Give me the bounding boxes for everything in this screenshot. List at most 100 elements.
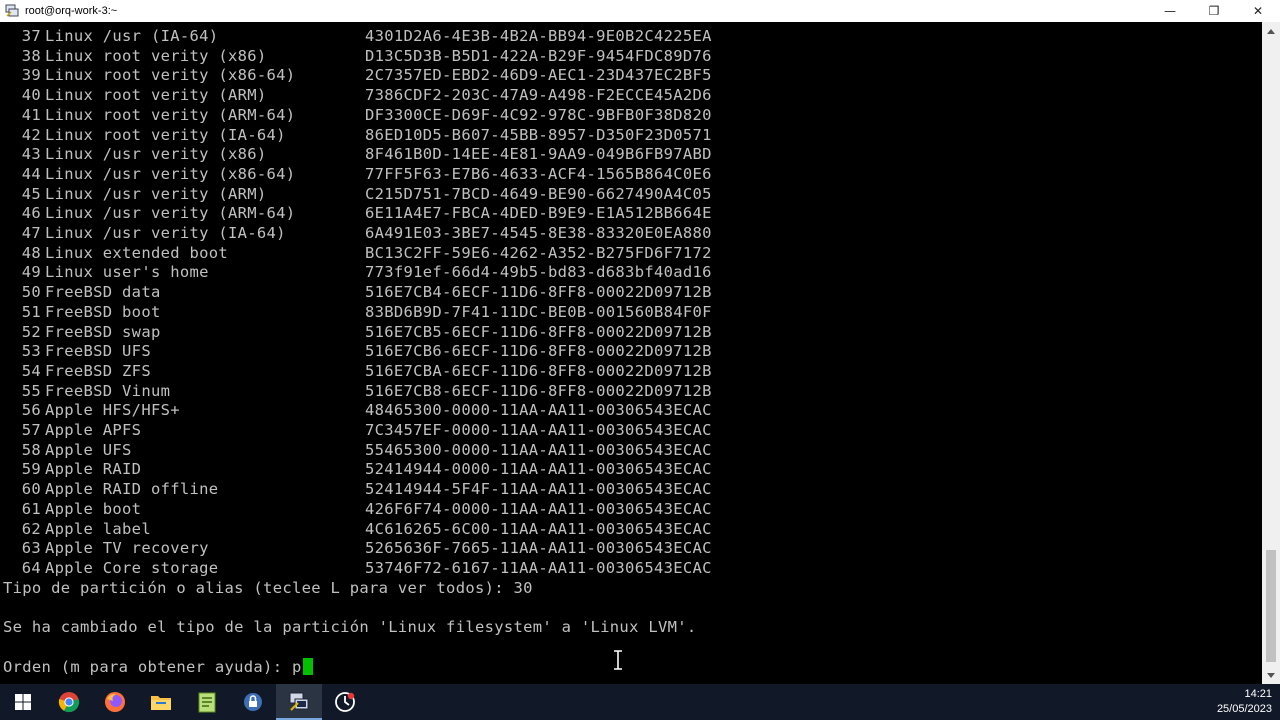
partition-type-num: 40 — [21, 86, 41, 105]
partition-type-num: 62 — [21, 519, 41, 538]
partition-type-num: 61 — [21, 499, 41, 518]
text-cursor — [302, 658, 313, 675]
putty-icon[interactable] — [276, 684, 322, 720]
partition-type-guid: 516E7CBA-6ECF-11D6-8FF8-00022D09712B — [365, 361, 712, 380]
partition-type-guid: 516E7CB8-6ECF-11D6-8FF8-00022D09712B — [365, 381, 712, 400]
partition-type-guid: 4C616265-6C00-11AA-AA11-00306543ECAC — [365, 519, 712, 538]
partition-type-num: 55 — [21, 381, 41, 400]
partition-type-guid: 516E7CB5-6ECF-11D6-8FF8-00022D09712B — [365, 322, 712, 341]
command-line[interactable]: Orden (m para obtener ayuda): p — [3, 657, 313, 677]
partition-type-guid: 52414944-5F4F-11AA-AA11-00306543ECAC — [365, 480, 712, 499]
partition-type-num: 59 — [21, 460, 41, 479]
ibeam-cursor-icon — [614, 650, 622, 670]
partition-type-name: FreeBSD swap — [45, 322, 161, 341]
partition-type-num: 43 — [21, 145, 41, 164]
partition-type-guid: 52414944-0000-11AA-AA11-00306543ECAC — [365, 460, 712, 479]
file-explorer-icon[interactable] — [138, 684, 184, 720]
partition-type-name: Apple RAID offline — [45, 480, 219, 499]
partition-type-num: 60 — [21, 480, 41, 499]
partition-type-name: FreeBSD ZFS — [45, 361, 151, 380]
partition-type-guid: DF3300CE-D69F-4C92-978C-9BFB0F38D820 — [365, 105, 712, 124]
partition-type-name: Apple boot — [45, 499, 142, 518]
partition-type-guid: 83BD6B9D-7F41-11DC-BE0B-001560B84F0F — [365, 302, 712, 321]
partition-type-num: 52 — [21, 322, 41, 341]
partition-type-num: 56 — [21, 401, 41, 420]
partition-type-name: Apple APFS — [45, 421, 142, 439]
taskbar-clock[interactable]: 14:21 25/05/2023 — [1192, 687, 1272, 717]
scroll-down-arrow-icon[interactable] — [1262, 666, 1280, 684]
partition-type-prompt: Tipo de partición o alias (teclee L para… — [3, 579, 533, 597]
partition-type-name: Apple RAID — [45, 460, 142, 479]
partition-type-name: Apple HFS/HFS+ — [45, 401, 180, 420]
status-message: Se ha cambiado el tipo de la partición '… — [3, 618, 697, 636]
scroll-up-arrow-icon[interactable] — [1262, 22, 1280, 40]
partition-type-num: 51 — [21, 302, 41, 321]
partition-type-name: Linux /usr verity (IA-64) — [45, 224, 286, 242]
clock-date: 25/05/2023 — [1216, 703, 1272, 715]
partition-type-guid: 516E7CB6-6ECF-11D6-8FF8-00022D09712B — [365, 342, 712, 361]
partition-type-name: Apple TV recovery — [45, 539, 209, 558]
maximize-button[interactable]: ❐ — [1192, 0, 1236, 22]
partition-type-guid: 773f91ef-66d4-49b5-bd83-d683bf40ad16 — [365, 263, 712, 282]
partition-type-num: 49 — [21, 263, 41, 282]
partition-type-guid: 86ED10D5-B607-45BB-8957-D350F23D0571 — [365, 125, 712, 144]
windows-start-icon[interactable] — [0, 684, 46, 720]
keepass-icon[interactable] — [230, 684, 276, 720]
partition-type-num: 53 — [21, 342, 41, 361]
partition-type-name: FreeBSD boot — [45, 302, 161, 321]
putty-app-icon — [5, 4, 19, 17]
partition-type-name: Linux root verity (x86-64) — [45, 66, 296, 85]
partition-type-name: Apple label — [45, 519, 151, 538]
partition-type-guid: 7386CDF2-203C-47A9-A498-F2ECCE45A2D6 — [365, 86, 712, 105]
partition-type-guid: 5265636F-7665-11AA-AA11-00306543ECAC — [365, 539, 712, 558]
partition-type-num: 50 — [21, 283, 41, 302]
partition-type-num: 63 — [21, 539, 41, 558]
partition-type-num: 48 — [21, 243, 41, 262]
partition-type-num: 57 — [21, 421, 41, 439]
partition-type-guid: 55465300-0000-11AA-AA11-00306543ECAC — [365, 440, 712, 459]
partition-type-name: Apple UFS — [45, 440, 132, 459]
partition-type-num: 64 — [21, 558, 41, 577]
partition-type-guid: 7C3457EF-0000-11AA-AA11-00306543ECAC — [365, 421, 712, 439]
partition-type-name: Apple Core storage — [45, 558, 219, 577]
firefox-icon[interactable] — [92, 684, 138, 720]
partition-type-num: 54 — [21, 361, 41, 380]
partition-type-name: FreeBSD UFS — [45, 342, 151, 361]
partition-type-name: Linux /usr (IA-64) — [45, 27, 219, 45]
activity-icon[interactable] — [322, 684, 368, 720]
partition-type-name: FreeBSD Vinum — [45, 381, 171, 400]
minimize-button[interactable]: — — [1148, 0, 1192, 22]
partition-type-name: Linux /usr verity (x86-64) — [45, 164, 296, 183]
partition-type-num: 37 — [21, 27, 41, 45]
partition-type-name: Linux root verity (ARM) — [45, 86, 267, 105]
partition-type-guid: 2C7357ED-EBD2-46D9-AEC1-23D437EC2BF5 — [365, 66, 712, 85]
partition-type-guid: 6A491E03-3BE7-4545-8E38-83320E0EA880 — [365, 224, 712, 242]
terminal-output[interactable]: 37 Linux /usr (IA-64) 4301D2A6-4E3B-4B2A-B… — [0, 22, 1262, 684]
partition-type-num: 45 — [21, 184, 41, 203]
chrome-icon[interactable] — [46, 684, 92, 720]
partition-type-guid: 6E11A4E7-FBCA-4DED-B9E9-E1A512BB664E — [365, 204, 712, 223]
partition-type-name: FreeBSD data — [45, 283, 161, 302]
close-button[interactable]: ✕ — [1236, 0, 1280, 22]
window-title: root@orq-work-3:~ — [25, 5, 118, 17]
notepad-plus-icon[interactable] — [184, 684, 230, 720]
vertical-scrollbar[interactable] — [1262, 22, 1280, 684]
partition-type-name: Linux /usr verity (ARM-64) — [45, 204, 296, 223]
partition-type-guid: 426F6F74-0000-11AA-AA11-00306543ECAC — [365, 499, 712, 518]
partition-type-num: 41 — [21, 105, 41, 124]
partition-type-guid: C215D751-7BCD-4649-BE90-6627490A4C05 — [365, 184, 712, 203]
partition-type-num: 39 — [21, 66, 41, 85]
partition-type-num: 58 — [21, 440, 41, 459]
partition-type-guid: 516E7CB4-6ECF-11D6-8FF8-00022D09712B — [365, 283, 712, 302]
partition-type-guid: BC13C2FF-59E6-4262-A352-B275FD6F7172 — [365, 243, 712, 262]
partition-type-name: Linux root verity (ARM-64) — [45, 105, 296, 124]
partition-type-name: Linux user's home — [45, 263, 209, 282]
scrollbar-thumb[interactable] — [1266, 550, 1276, 662]
partition-type-name: Linux /usr verity (x86) — [45, 145, 267, 164]
title-bar[interactable]: root@orq-work-3:~ — ❐ ✕ — [0, 0, 1280, 22]
partition-type-num: 42 — [21, 125, 41, 144]
command-input[interactable]: p — [292, 658, 302, 676]
partition-type-num: 47 — [21, 224, 41, 242]
partition-type-guid: 53746F72-6167-11AA-AA11-00306543ECAC — [365, 558, 712, 577]
partition-type-guid: 4301D2A6-4E3B-4B2A-BB94-9E0B2C4225EA — [365, 27, 712, 45]
